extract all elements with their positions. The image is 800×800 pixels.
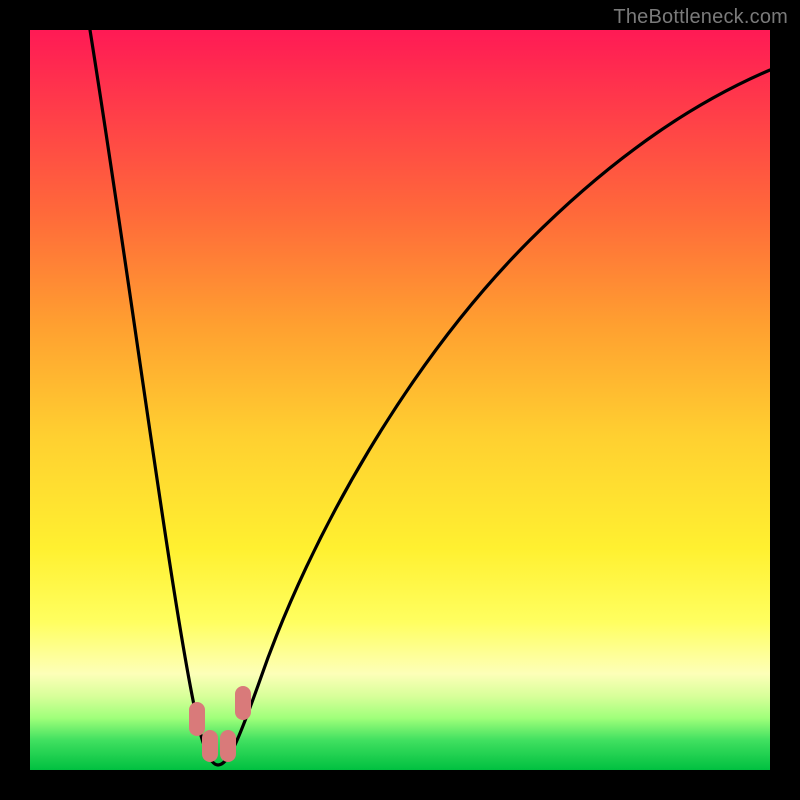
bottleneck-curve [30, 30, 770, 770]
curve-marker [220, 730, 236, 762]
curve-marker [189, 702, 205, 736]
curve-path [90, 30, 770, 765]
curve-marker [202, 730, 218, 762]
chart-plot-area [30, 30, 770, 770]
curve-marker [235, 686, 251, 720]
watermark-text: TheBottleneck.com [613, 6, 788, 29]
